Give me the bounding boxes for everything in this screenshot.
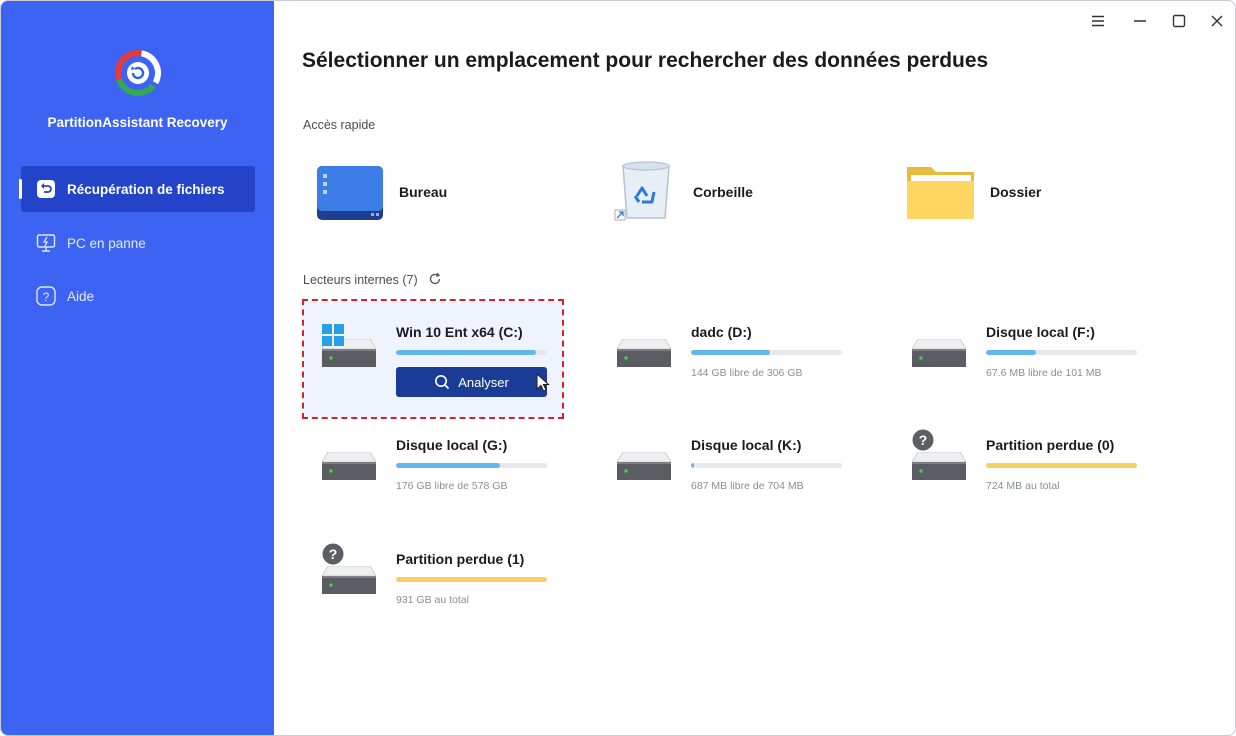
mouse-cursor-icon bbox=[536, 372, 550, 393]
usage-bar-fill bbox=[396, 350, 537, 355]
usage-bar-fill bbox=[986, 463, 1137, 468]
usage-bar-fill bbox=[986, 350, 1036, 355]
sidebar-item-label: PC en panne bbox=[67, 235, 146, 251]
svg-text:?: ? bbox=[43, 290, 50, 304]
usage-bar bbox=[396, 577, 547, 582]
drive-tile[interactable]: dadc (D:) 144 GB libre de 306 GB bbox=[599, 301, 857, 417]
refresh-icon[interactable] bbox=[428, 272, 442, 286]
sidebar-item-file-recovery[interactable]: Récupération de fichiers bbox=[19, 166, 255, 212]
internal-drives-label: Lecteurs internes (7) bbox=[303, 273, 418, 287]
usage-bar-fill bbox=[691, 350, 770, 355]
drive-tile[interactable]: Win 10 Ent x64 (C:) Analyser bbox=[302, 299, 564, 419]
sidebar: PartitionAssistant Recovery Récupération… bbox=[1, 1, 274, 735]
minimize-icon bbox=[1134, 20, 1146, 22]
folder-icon bbox=[907, 167, 974, 219]
svg-text:?: ? bbox=[329, 546, 338, 562]
hard-drive-icon bbox=[616, 338, 672, 367]
usage-bar bbox=[691, 463, 842, 468]
drive-name: Disque local (K:) bbox=[691, 437, 802, 453]
sidebar-item-crashed-pc[interactable]: PC en panne bbox=[21, 220, 255, 266]
close-button[interactable] bbox=[1205, 9, 1229, 33]
usage-bar-fill bbox=[396, 463, 501, 468]
quick-item-label: Corbeille bbox=[693, 184, 753, 200]
quick-item-label: Dossier bbox=[990, 184, 1042, 200]
drive-name: Disque local (G:) bbox=[396, 437, 508, 453]
drive-name: dadc (D:) bbox=[691, 324, 752, 340]
question-mark-icon: ? bbox=[912, 429, 934, 451]
quick-item-desktop[interactable]: Bureau bbox=[315, 159, 447, 225]
drive-info: 724 MB au total bbox=[986, 480, 1060, 492]
quick-item-folder[interactable]: Dossier bbox=[906, 159, 1041, 225]
maximize-button[interactable] bbox=[1167, 9, 1191, 33]
drive-name: Disque local (F:) bbox=[986, 324, 1095, 340]
menu-icon bbox=[1092, 15, 1104, 27]
hard-drive-icon bbox=[321, 565, 377, 594]
scan-button-label: Analyser bbox=[458, 374, 509, 390]
usage-bar bbox=[396, 463, 547, 468]
minimize-button[interactable] bbox=[1128, 9, 1152, 33]
drive-info: 931 GB au total bbox=[396, 594, 469, 606]
drive-name: Partition perdue (0) bbox=[986, 437, 1115, 453]
sidebar-item-help[interactable]: ? Aide bbox=[21, 273, 255, 319]
page-title: Sélectionner un emplacement pour recherc… bbox=[302, 49, 989, 72]
quick-access-label: Accès rapide bbox=[303, 118, 376, 132]
app-logo-icon bbox=[115, 50, 161, 96]
hard-drive-icon bbox=[616, 451, 672, 480]
active-indicator bbox=[19, 179, 22, 199]
hard-drive-icon bbox=[911, 338, 967, 367]
usage-bar-fill bbox=[396, 577, 547, 582]
help-icon: ? bbox=[35, 285, 57, 307]
usage-bar bbox=[396, 350, 547, 355]
app-window: PartitionAssistant Recovery Récupération… bbox=[0, 0, 1236, 736]
usage-bar-fill bbox=[691, 463, 695, 468]
drive-tile[interactable]: ? Partition perdue (1) 931 GB au total bbox=[304, 528, 562, 644]
drive-tile[interactable]: Disque local (K:) 687 MB libre de 704 MB bbox=[599, 414, 857, 530]
quick-item-recycle-bin[interactable]: Corbeille bbox=[613, 159, 753, 225]
usage-bar bbox=[691, 350, 842, 355]
undo-file-icon bbox=[35, 178, 57, 200]
menu-button[interactable] bbox=[1086, 9, 1110, 33]
search-icon bbox=[435, 375, 450, 390]
sidebar-item-label: Récupération de fichiers bbox=[67, 181, 225, 197]
recycle-bin-icon bbox=[614, 161, 670, 221]
maximize-icon bbox=[1172, 14, 1186, 28]
usage-bar bbox=[986, 350, 1137, 355]
sidebar-item-label: Aide bbox=[67, 288, 95, 304]
crashed-pc-icon bbox=[35, 232, 57, 254]
question-mark-icon: ? bbox=[322, 543, 344, 565]
hard-drive-icon bbox=[911, 451, 967, 480]
drive-info: 176 GB libre de 578 GB bbox=[396, 480, 508, 492]
drive-info: 144 GB libre de 306 GB bbox=[691, 367, 803, 379]
svg-text:?: ? bbox=[919, 432, 928, 448]
drive-info: 67.6 MB libre de 101 MB bbox=[986, 367, 1102, 379]
usage-bar bbox=[986, 463, 1137, 468]
windows-logo-icon bbox=[322, 324, 344, 346]
close-icon bbox=[1211, 15, 1223, 27]
app-name: PartitionAssistant Recovery bbox=[47, 115, 228, 130]
drive-tile[interactable]: ? Partition perdue (0) 724 MB au total bbox=[894, 414, 1152, 530]
drive-info: 687 MB libre de 704 MB bbox=[691, 480, 804, 492]
drive-name: Win 10 Ent x64 (C:) bbox=[396, 324, 523, 340]
desktop-icon bbox=[317, 166, 383, 220]
drive-tile[interactable]: Disque local (G:) 176 GB libre de 578 GB bbox=[304, 414, 562, 530]
drive-tile[interactable]: Disque local (F:) 67.6 MB libre de 101 MB bbox=[894, 301, 1152, 417]
scan-button[interactable]: Analyser bbox=[396, 367, 547, 397]
quick-item-label: Bureau bbox=[399, 184, 448, 200]
hard-drive-icon bbox=[321, 451, 377, 480]
drive-name: Partition perdue (1) bbox=[396, 551, 525, 567]
